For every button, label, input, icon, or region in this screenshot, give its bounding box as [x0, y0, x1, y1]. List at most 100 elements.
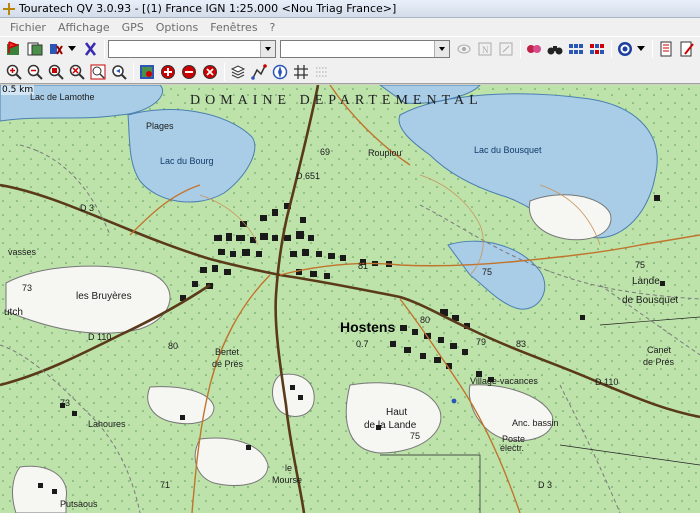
map-place-label: de Bousquet: [622, 295, 679, 306]
compass-icon: [272, 64, 288, 79]
map-place-label: 83: [516, 339, 527, 349]
map-place-label: D 3: [538, 480, 553, 490]
menu-fichier[interactable]: Fichier: [4, 21, 52, 34]
zoom-toolbar: [0, 60, 700, 84]
x-mark-icon: [84, 41, 97, 56]
track-select[interactable]: [108, 39, 276, 58]
map-place-label: 73: [22, 283, 33, 293]
map-place-label: Plages: [146, 121, 174, 131]
add-point-button[interactable]: [158, 62, 178, 82]
map-place-label: Lande: [632, 276, 660, 287]
zoom-region-button[interactable]: [67, 62, 87, 82]
binoculars-button[interactable]: [545, 39, 565, 59]
disabled-tool-button-2[interactable]: [496, 39, 516, 59]
waypoint-tool-button[interactable]: [46, 39, 66, 59]
edit-document-button[interactable]: [677, 39, 697, 59]
main-toolbar: N: [0, 36, 700, 60]
grid-icon: [294, 64, 308, 79]
layers-icon: [230, 64, 246, 79]
map-place-label: Anc. bassin: [512, 418, 559, 428]
add-point-icon: [161, 64, 175, 79]
zoom-box-button[interactable]: [88, 62, 108, 82]
zoom-fit-button[interactable]: [46, 62, 66, 82]
binoculars-icon: [547, 45, 563, 54]
menu-help[interactable]: ?: [264, 21, 282, 34]
clear-points-icon: [203, 64, 217, 79]
zoom-region-icon: [69, 64, 85, 80]
gps-satellite-icon: [527, 44, 541, 53]
map-place-label: DOMAINE DEPARTEMENTAL: [190, 93, 483, 108]
menu-gps[interactable]: GPS: [116, 21, 150, 34]
chevron-down-icon: [434, 40, 449, 57]
map-layer-icon: [140, 64, 154, 79]
toolbar-separator: [104, 39, 105, 58]
properties-button[interactable]: [656, 39, 676, 59]
map-layer-button[interactable]: [137, 62, 157, 82]
chevron-down-icon: [260, 40, 275, 57]
map-view[interactable]: 0.5 km Lac de Lamothe DOMAINE DEPARTEMENT…: [0, 85, 700, 513]
toolbar-separator: [652, 39, 653, 58]
window-title: Touratech QV 3.0.93 - [(1) France IGN 1:…: [19, 2, 397, 15]
app-icon: [3, 2, 15, 15]
map-place-label: 79: [476, 337, 487, 347]
map-place-label: Lac du Bousquet: [474, 145, 542, 155]
cancel-tool-button[interactable]: [80, 39, 100, 59]
zoom-in-button[interactable]: [4, 62, 24, 82]
toolbar-separator: [133, 62, 134, 81]
lines-disabled-button[interactable]: [312, 62, 332, 82]
target-dropdown-arrow[interactable]: [636, 39, 646, 59]
map-place-label: 75: [410, 431, 421, 441]
menu-fenetres[interactable]: Fenêtres: [204, 21, 263, 34]
target-icon: [618, 41, 632, 56]
route-tool-button[interactable]: [249, 62, 269, 82]
map-place-label: 71: [160, 480, 171, 490]
menu-options[interactable]: Options: [150, 21, 204, 34]
document-edit-icon: [499, 42, 513, 55]
waypoint-icon: [50, 43, 63, 55]
waypoint-dropdown-arrow[interactable]: [67, 39, 77, 59]
grid-color-button[interactable]: [587, 39, 607, 59]
map-place-label: D 651: [296, 171, 321, 181]
map-place-label: Lac du Bourg: [160, 156, 214, 166]
map-place-label: Haut: [386, 407, 408, 418]
compass-button[interactable]: [270, 62, 290, 82]
grid-view-button[interactable]: [566, 39, 586, 59]
eye-icon: [457, 44, 471, 53]
map-place-label: 0.7: [356, 339, 369, 349]
grid-color-icon: [590, 43, 604, 54]
zoom-previous-button[interactable]: [109, 62, 129, 82]
map-list-icon: [27, 42, 43, 55]
zoom-out-button[interactable]: [25, 62, 45, 82]
visibility-button[interactable]: [454, 39, 474, 59]
map-place-label: Lac de Lamothe: [30, 92, 95, 102]
map-place-label: Bertet: [215, 347, 240, 357]
menu-affichage[interactable]: Affichage: [52, 21, 116, 34]
document-list-icon: [660, 41, 672, 56]
zoom-previous-icon: [112, 64, 127, 80]
map-place-label: 73: [60, 398, 71, 408]
map-place-label: Putsaous: [60, 499, 98, 509]
toolbar-separator: [520, 39, 521, 58]
map-place-label: 69: [320, 147, 331, 157]
map-place-label: Roupiou: [368, 148, 402, 158]
map-place-label: Hostens: [340, 319, 396, 335]
gps-tool-button[interactable]: [524, 39, 544, 59]
clear-points-button[interactable]: [200, 62, 220, 82]
target-tool-button[interactable]: [615, 39, 635, 59]
map-place-label: utch: [4, 307, 23, 318]
map-place-label: D 110: [88, 332, 112, 342]
map-place-label: 80: [420, 315, 431, 325]
open-map-button[interactable]: [4, 39, 24, 59]
map-list-button[interactable]: [25, 39, 45, 59]
layers-button[interactable]: [228, 62, 248, 82]
map-place-label: 81: [358, 261, 369, 271]
remove-point-button[interactable]: [179, 62, 199, 82]
toolbar-separator: [224, 62, 225, 81]
waypoint-select[interactable]: [280, 39, 450, 58]
disabled-tool-button-1[interactable]: N: [475, 39, 495, 59]
grid-toggle-button[interactable]: [291, 62, 311, 82]
svg-text:N: N: [482, 45, 489, 55]
dotted-lines-icon: [316, 67, 328, 76]
map-flag-icon: [7, 40, 20, 55]
map-place-label: 75: [482, 267, 493, 277]
